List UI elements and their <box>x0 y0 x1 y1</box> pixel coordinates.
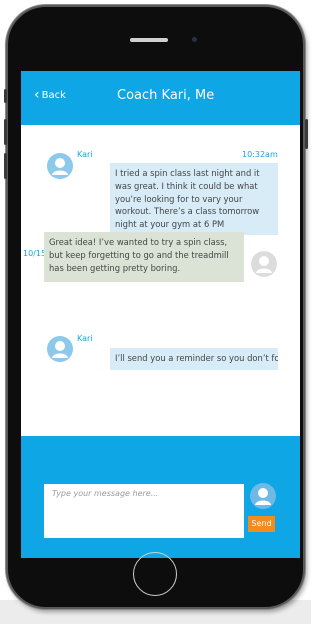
earpiece-speaker <box>130 38 168 42</box>
user-avatar-icon <box>251 251 277 277</box>
message-input[interactable] <box>44 484 244 538</box>
chevron-left-icon: ‹ <box>34 86 40 103</box>
volume-up-button <box>4 119 7 145</box>
back-button[interactable]: ‹ Back <box>34 86 66 103</box>
coach-avatar-icon <box>47 153 73 179</box>
coach-avatar-icon <box>47 336 73 362</box>
send-button[interactable]: Send <box>248 516 275 532</box>
mute-switch <box>4 89 7 103</box>
message-sender: Kari <box>77 150 93 159</box>
volume-down-button <box>4 153 7 179</box>
back-label: Back <box>41 90 66 101</box>
conversation-title: Coach Kari, Me <box>117 88 215 103</box>
app-screen: ‹ Back Coach Kari, Me Kari 10:32am I tri… <box>21 71 300 558</box>
message-time: 10:32am <box>242 150 278 159</box>
home-button[interactable] <box>133 552 177 596</box>
message-bubble-incoming: I’ll send you a reminder so you don’t fo… <box>110 348 278 370</box>
user-avatar-icon <box>250 483 276 509</box>
message-bubble-outgoing: Great idea! I’ve wanted to try a spin cl… <box>44 232 244 282</box>
power-button <box>305 119 308 149</box>
message-sender: Kari <box>77 334 93 343</box>
nav-bar: ‹ Back Coach Kari, Me <box>21 71 300 125</box>
message-bubble-incoming: I tried a spin class last night and it w… <box>110 163 278 235</box>
composer-area: Send <box>21 436 300 558</box>
front-camera <box>192 37 197 42</box>
